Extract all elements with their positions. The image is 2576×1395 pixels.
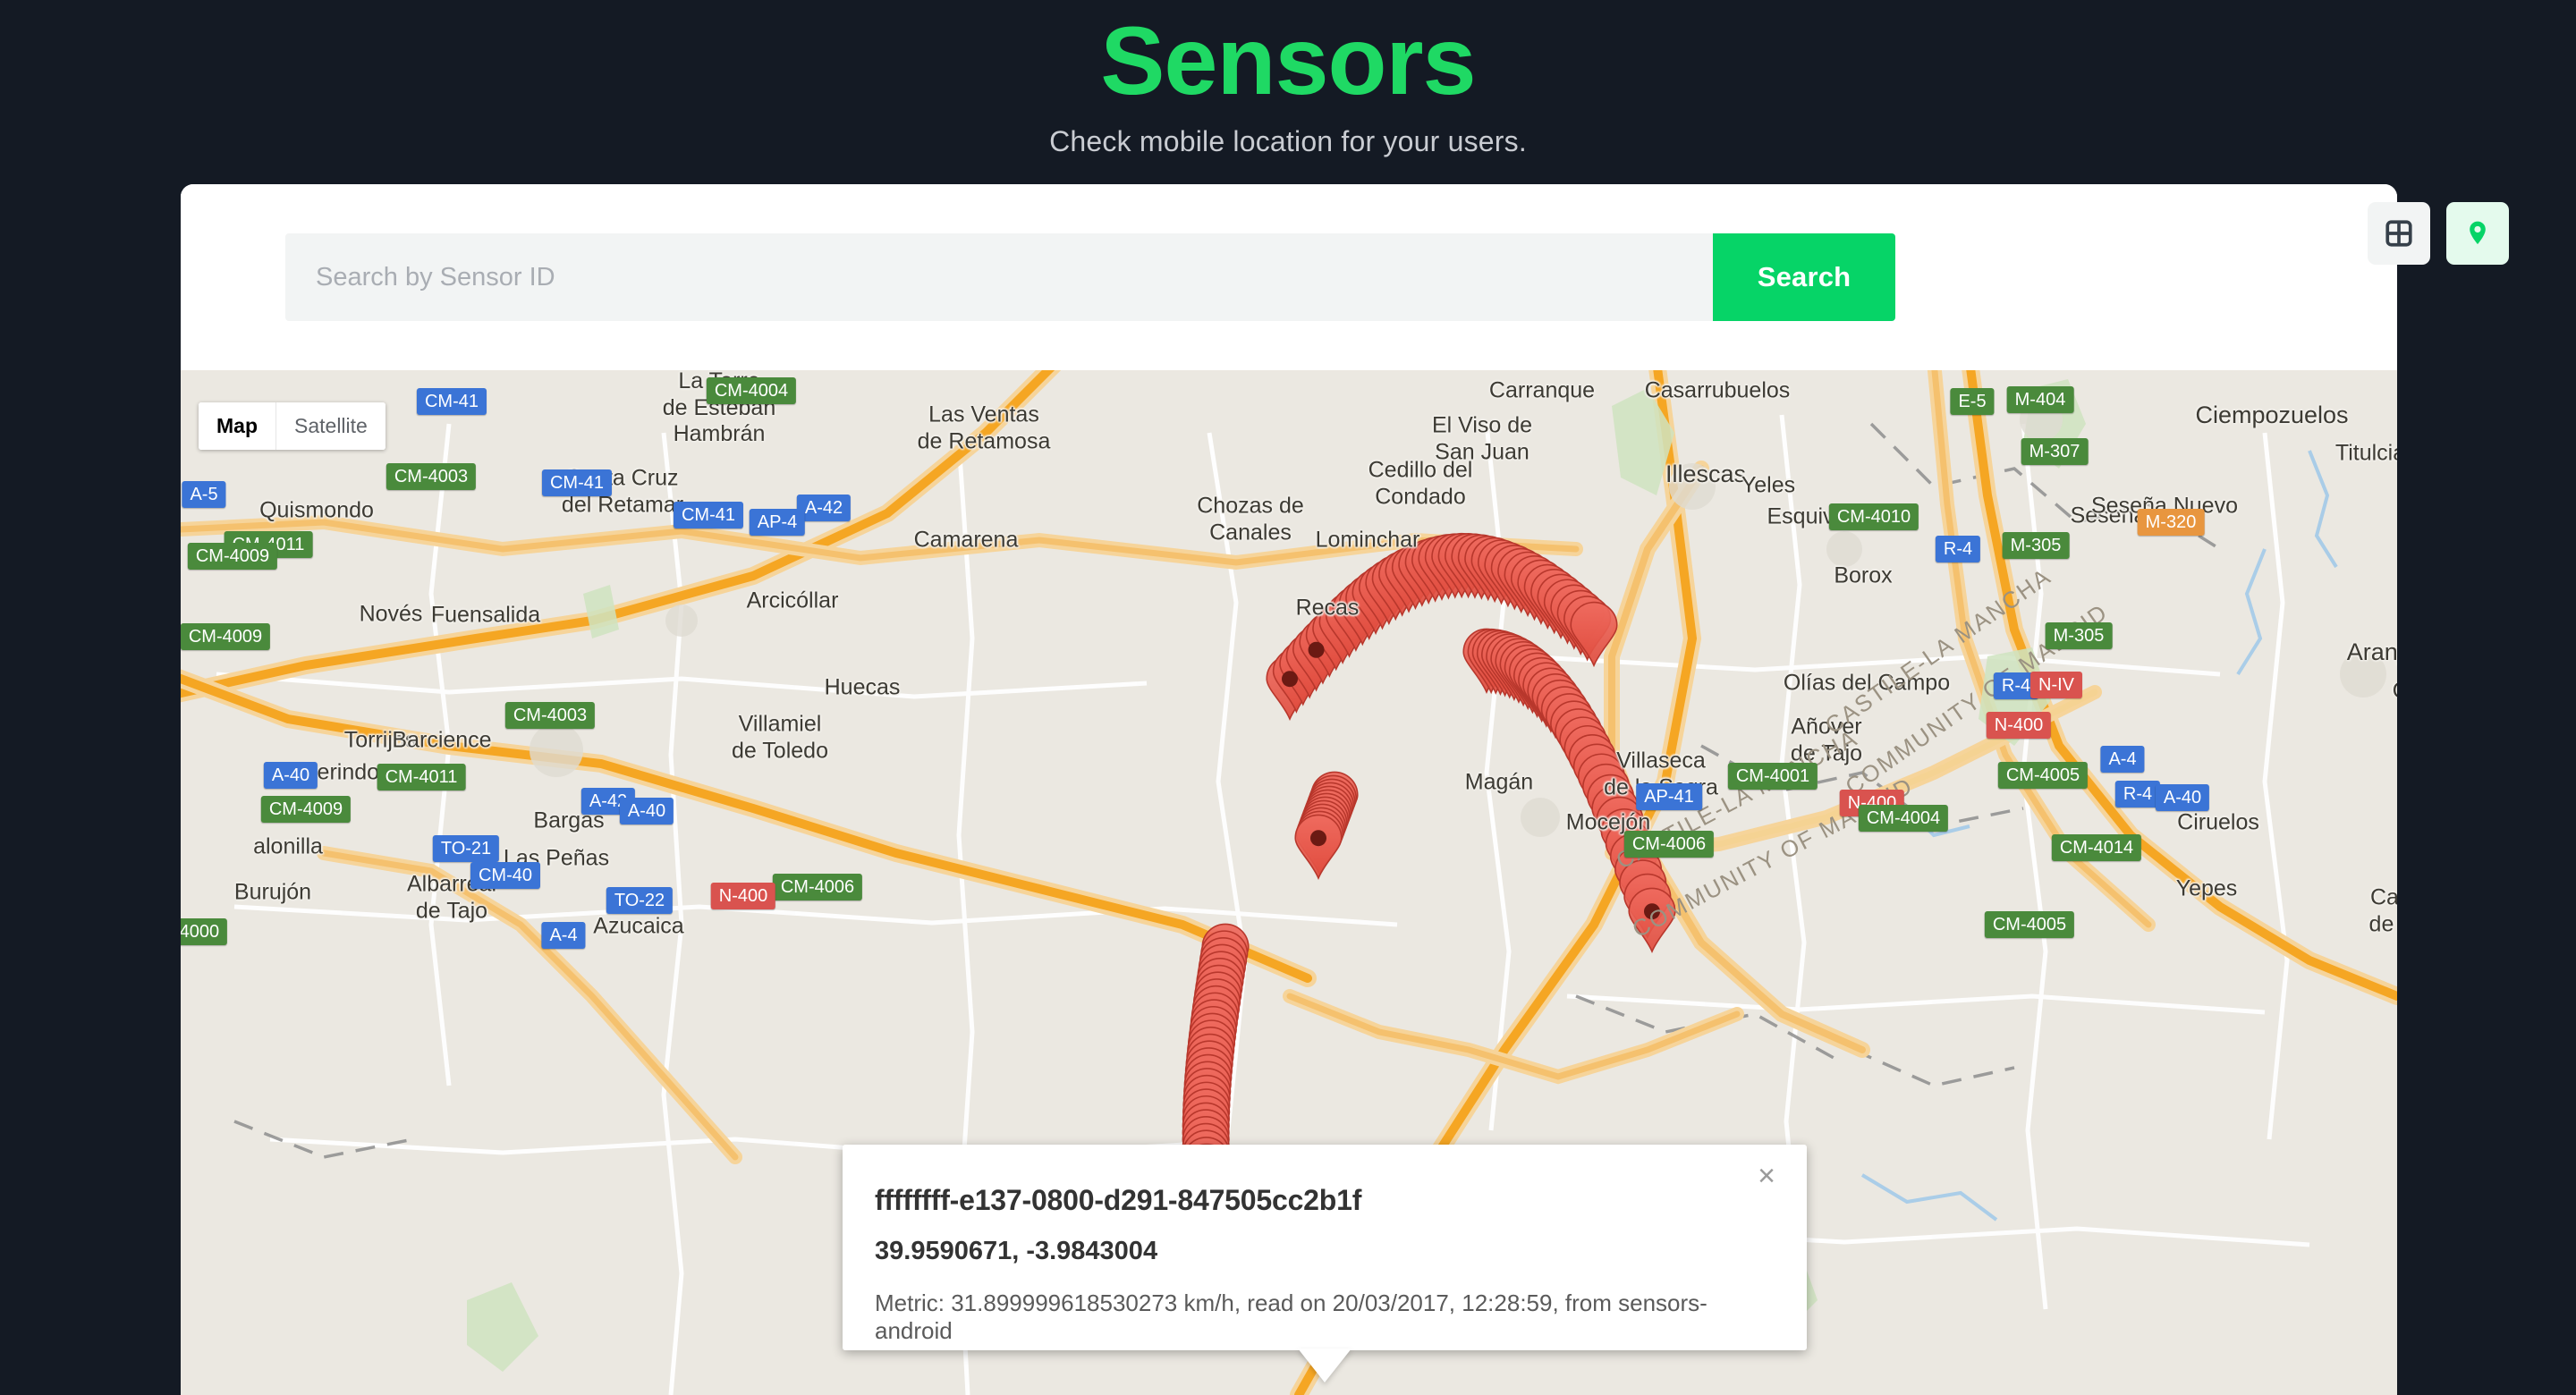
- road-shield: M-305: [2045, 622, 2113, 649]
- road-shield: M-404: [2006, 386, 2074, 413]
- road-shield: CM-41: [541, 469, 613, 496]
- road-shield: CM-4005: [1984, 911, 2075, 938]
- sensor-metric-text: Metric: 31.899999618530273 km/h, read on…: [875, 1289, 1707, 1344]
- search-button[interactable]: Search: [1713, 233, 1895, 321]
- road-shield: A-40: [619, 798, 674, 824]
- page-subtitle: Check mobile location for your users.: [1049, 125, 1527, 157]
- info-window-body: ffffffff-e137-0800-d291-847505cc2b1f 39.…: [843, 1145, 1807, 1345]
- road-shield: CM-4003: [386, 463, 477, 490]
- sensor-marker-dot: [1282, 671, 1298, 688]
- road-shield: CM-4011: [377, 764, 466, 790]
- page-header: Sensors Check mobile location for your u…: [0, 0, 2576, 158]
- road-shield: E-5: [1950, 388, 1995, 415]
- map-pin-icon: [2470, 221, 2486, 244]
- road-shield: R-4: [2114, 781, 2161, 807]
- map-type-control[interactable]: Map Satellite: [199, 402, 386, 450]
- road-shield: A-40: [263, 762, 318, 789]
- road-shield: N-400: [710, 883, 776, 909]
- road-shield: TO-22: [606, 887, 674, 914]
- road-shield: CM-4006: [772, 874, 863, 900]
- app-root: Sensors Check mobile location for your u…: [0, 0, 2576, 1395]
- sensor-marker-dot: [1308, 641, 1325, 658]
- road-shield: CM-4001: [1727, 763, 1818, 790]
- map-type-map-button[interactable]: Map: [199, 402, 275, 450]
- sensor-coordinates-text: 39.9590671, -3.9843004: [875, 1237, 1158, 1265]
- sensor-info-window[interactable]: × ffffffff-e137-0800-d291-847505cc2b1f 3…: [843, 1145, 1807, 1382]
- road-shield: N-400: [1986, 712, 2052, 739]
- road-shield: CM-4004: [1858, 805, 1949, 832]
- road-shield: CM-4009: [181, 623, 271, 650]
- page-title: Sensors: [1100, 6, 1476, 114]
- road-shield: A-4: [2100, 746, 2145, 773]
- grid-icon: [2385, 220, 2412, 247]
- road-shield: CM-4014: [2051, 834, 2142, 861]
- road-shield: CM-4005: [1997, 762, 2089, 789]
- close-icon[interactable]: ×: [1748, 1157, 1785, 1195]
- road-shield: CM-4010: [1828, 503, 1919, 530]
- road-shield: AP-4: [749, 509, 806, 536]
- sensor-marker-dot: [1644, 903, 1660, 920]
- road-shield: CM-4004: [706, 377, 797, 404]
- road-shield: CM-41: [673, 502, 744, 528]
- info-window-tail: [1298, 1348, 1352, 1382]
- road-shield: CM-41: [416, 388, 487, 415]
- road-shield: CM-4009: [260, 796, 352, 823]
- view-toggle-group: [2368, 202, 2509, 265]
- road-shield: CM-4009: [187, 543, 278, 570]
- search-input[interactable]: [285, 233, 1713, 321]
- map-view-button[interactable]: [2446, 202, 2509, 265]
- road-shield: M-307: [2021, 438, 2089, 465]
- sensor-marker-dot: [1310, 830, 1326, 847]
- road-shield: M-305: [2002, 532, 2070, 559]
- road-shield: CM-4000: [181, 918, 228, 945]
- map-type-satellite-button[interactable]: Satellite: [275, 402, 386, 450]
- road-shield: CM-40: [470, 862, 541, 889]
- road-shield: AP-41: [1636, 783, 1702, 810]
- search-toolbar: Search: [181, 184, 2397, 370]
- road-shield: CM-4003: [504, 702, 596, 729]
- road-shield: A-5: [182, 481, 226, 508]
- main-card: Search by Sensor ID Search Map Satellite…: [181, 184, 2397, 1395]
- road-shield: CM-4006: [1623, 831, 1715, 858]
- search-bar: Search: [285, 233, 1895, 321]
- road-shield: A-4: [541, 922, 586, 949]
- road-shield: TO-21: [432, 835, 500, 862]
- road-shield: R-4: [1935, 536, 1981, 562]
- road-shield: M-320: [2137, 509, 2205, 536]
- grid-view-button[interactable]: [2368, 202, 2430, 265]
- road-shield: N-IV: [2030, 672, 2082, 698]
- map-canvas[interactable]: Map Satellite La Torre de Esteban Hambrá…: [181, 370, 2397, 1395]
- road-shield: A-40: [2155, 784, 2210, 811]
- sensor-id-text: ffffffff-e137-0800-d291-847505cc2b1f: [875, 1184, 1362, 1216]
- road-shield: A-42: [796, 495, 852, 521]
